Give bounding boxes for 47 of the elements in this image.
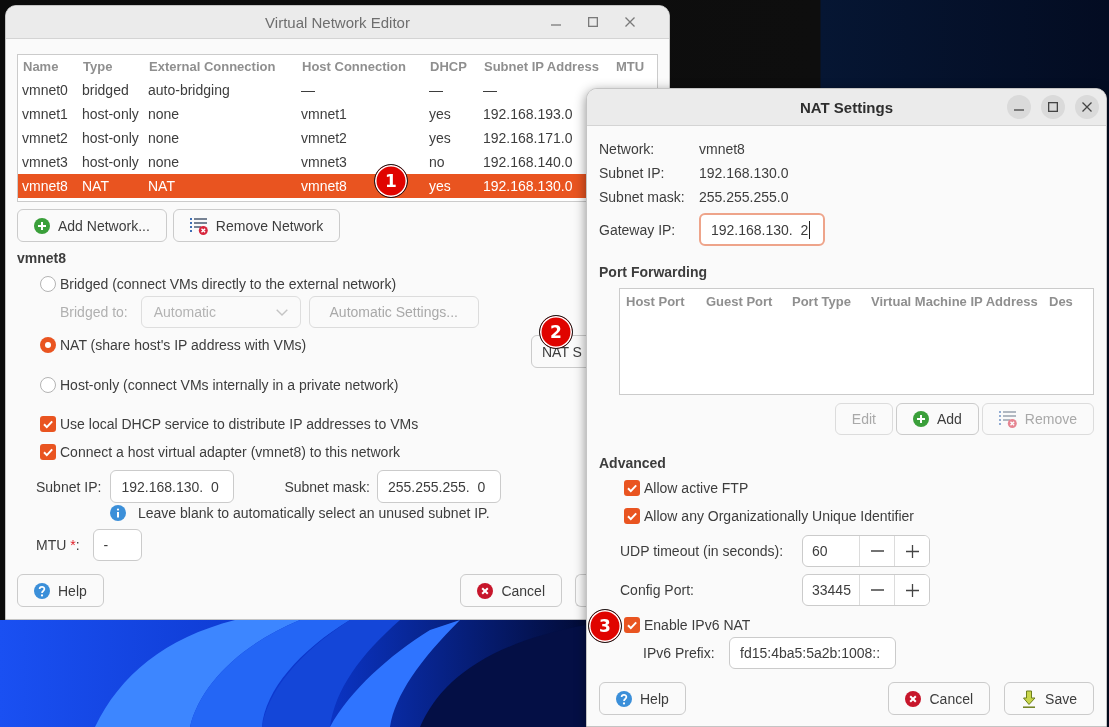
table-cell: —: [301, 82, 315, 98]
window-title: Virtual Network Editor: [265, 13, 410, 31]
field-label: IPv6 Prefix:: [643, 645, 715, 661]
table-cell: 192.168.193.0: [483, 106, 573, 122]
field-label: Subnet IP:: [36, 478, 102, 495]
window-title: NAT Settings: [799, 98, 894, 116]
table-cell: host-only: [82, 154, 139, 170]
table-cell: vmnet0: [22, 82, 68, 98]
table-cell: yes: [429, 178, 451, 194]
table-cell: vmnet2: [22, 130, 68, 146]
field-label: UDP timeout (in seconds):: [620, 543, 784, 559]
table-cell: 192.168.171.0: [483, 130, 573, 146]
table-cell: vmnet8: [22, 178, 68, 194]
table-cell: 192.168.130.0: [483, 178, 573, 194]
hint-text: Leave blank to automatically select an unused subnet IP.: [138, 505, 490, 521]
table-cell: yes: [429, 106, 451, 122]
field-label: Config Port:: [620, 582, 694, 598]
table-cell: none: [148, 154, 180, 170]
table-cell: 192.168.140.0: [483, 154, 573, 170]
section-heading: Port Forwarding: [599, 263, 709, 281]
field-value: vmnet8: [699, 141, 745, 157]
table-cell: vmnet3: [301, 154, 347, 170]
table-cell: yes: [429, 130, 451, 146]
table-cell: —: [429, 82, 443, 98]
table-cell: none: [148, 130, 180, 146]
table-cell: vmnet1: [22, 106, 68, 122]
table-cell: auto-bridging: [148, 82, 230, 98]
table-cell: —: [483, 82, 497, 98]
field-label: Bridged to:: [60, 304, 128, 320]
table-cell: NAT: [82, 178, 109, 194]
section-heading: Advanced: [599, 454, 667, 472]
field-label: MTU *:: [36, 537, 80, 553]
table-cell: no: [429, 154, 445, 170]
field-label: Gateway IP:: [599, 221, 676, 238]
field-value: 192.168.130.0: [699, 165, 789, 181]
table-cell: NAT: [148, 178, 175, 194]
table-cell: vmnet2: [301, 130, 347, 146]
field-label: Subnet mask:: [284, 478, 370, 495]
section-heading: vmnet8: [17, 249, 68, 267]
table-cell: vmnet3: [22, 154, 68, 170]
table-cell: host-only: [82, 130, 139, 146]
table-cell: host-only: [82, 106, 139, 122]
table-cell: vmnet8: [301, 178, 347, 194]
table-cell: vmnet1: [301, 106, 347, 122]
field-value: 255.255.255.0: [699, 189, 789, 205]
table-cell: bridged: [82, 82, 129, 98]
table-cell: none: [148, 106, 180, 122]
